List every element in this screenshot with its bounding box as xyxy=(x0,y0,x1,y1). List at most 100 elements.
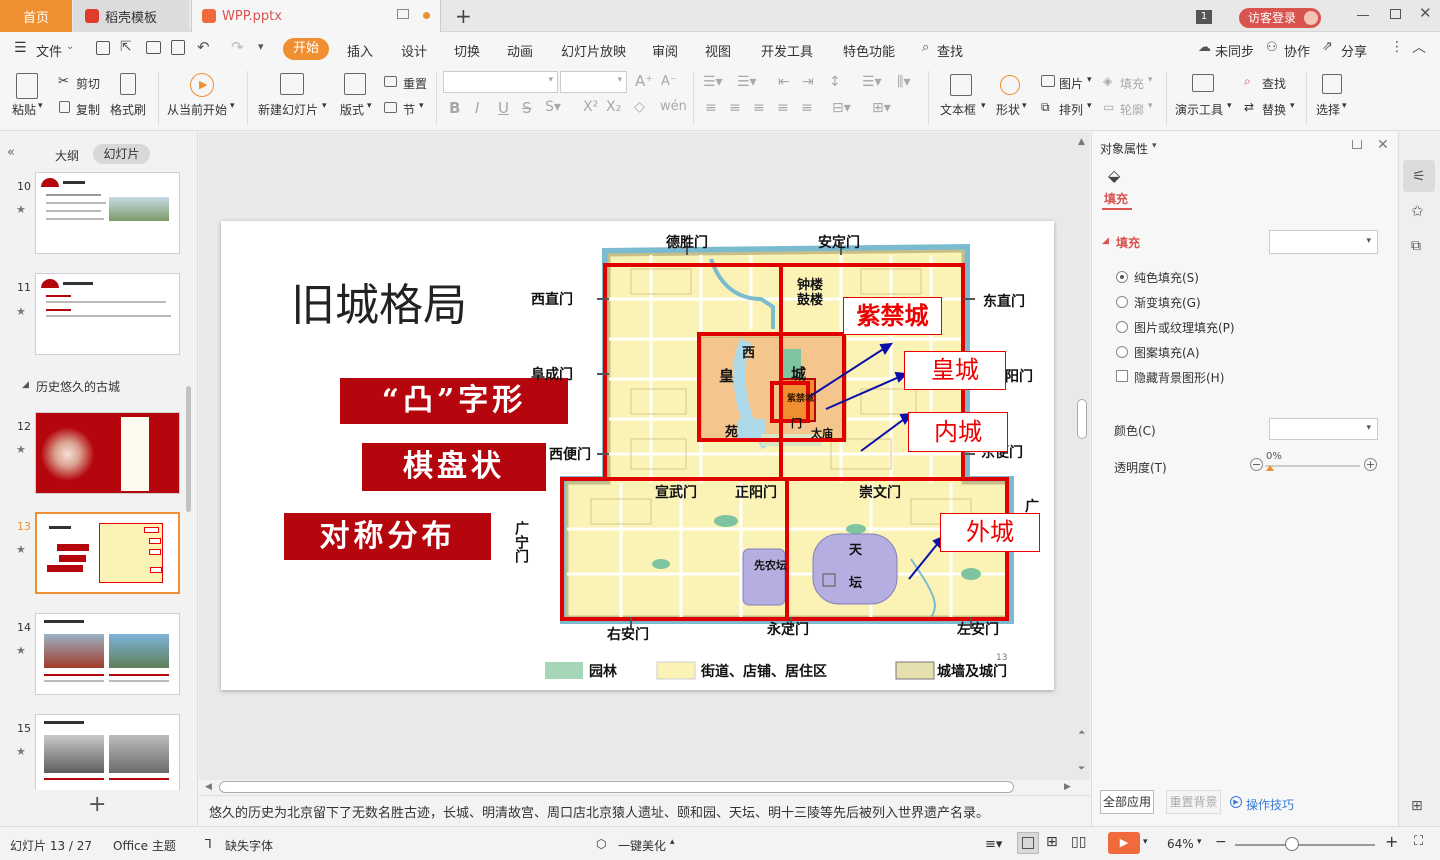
more-icon[interactable]: ⋮ xyxy=(1390,39,1404,55)
presenter-chevron-icon[interactable]: ▾ xyxy=(1227,101,1232,111)
arrange-button[interactable]: 排列 xyxy=(1059,101,1083,118)
arrange-chevron-icon[interactable]: ▾ xyxy=(1087,101,1092,111)
font-size-combo[interactable]: ▾ xyxy=(560,71,627,93)
clone-icon[interactable]: ⧉ xyxy=(1411,238,1421,254)
slide-thumbnail-14[interactable] xyxy=(35,613,180,695)
paste-chevron-icon[interactable]: ▾ xyxy=(38,101,43,111)
section-title[interactable]: 历史悠久的古城 xyxy=(36,378,120,395)
text-direction-icon[interactable]: ☰▾ xyxy=(862,74,882,90)
slide-thumbnail-10[interactable] xyxy=(35,172,180,254)
increase-indent-icon[interactable]: ⇥ xyxy=(802,74,814,90)
normal-view-icon[interactable] xyxy=(1017,832,1039,854)
slides-scrollbar[interactable] xyxy=(186,386,191,512)
apply-all-button[interactable]: 全部应用 xyxy=(1100,790,1154,814)
window-mode-icon[interactable] xyxy=(397,9,409,19)
option-picture-fill[interactable]: 图片或纹理填充(P) xyxy=(1134,319,1235,336)
tab-animation[interactable]: 动画 xyxy=(507,41,533,60)
tab-docer-templates[interactable]: 稻壳模板 xyxy=(73,0,189,32)
tab-fill[interactable]: 填充 xyxy=(1104,190,1128,207)
slide-thumbnail-11[interactable] xyxy=(35,273,180,355)
print-icon[interactable] xyxy=(146,41,161,54)
play-chevron-icon[interactable]: ▾ xyxy=(230,101,235,111)
undo-icon[interactable]: ↶ xyxy=(197,38,210,56)
shrink-font-icon[interactable]: A⁻ xyxy=(661,74,677,89)
line-spacing-icon[interactable]: ↕ xyxy=(829,74,841,90)
zoom-slider-handle[interactable] xyxy=(1284,837,1299,851)
panel-title-chevron-icon[interactable]: ▾ xyxy=(1152,141,1157,151)
paste-icon[interactable] xyxy=(16,73,38,99)
panel-title[interactable]: 对象属性 xyxy=(1100,140,1148,157)
tab-slideshow[interactable]: 幻灯片放映 xyxy=(561,41,626,60)
fit-window-icon[interactable]: ⛶ xyxy=(1414,834,1423,849)
clear-format-icon[interactable]: ◇ xyxy=(634,99,645,115)
canvas-vscroll-thumb[interactable] xyxy=(1077,399,1087,439)
tab-developer[interactable]: 开发工具 xyxy=(761,41,813,60)
missing-font-button[interactable]: 缺失字体 xyxy=(225,837,273,854)
tab-review[interactable]: 审阅 xyxy=(652,41,678,60)
cut-button[interactable]: 剪切 xyxy=(76,75,100,92)
shape-button[interactable]: 形状 xyxy=(996,101,1020,118)
scroll-right-icon[interactable]: ▶ xyxy=(1064,782,1071,792)
theme-name[interactable]: Office 主题 xyxy=(113,837,176,854)
slide-thumbnail-15[interactable] xyxy=(35,714,180,790)
notes-toggle-icon[interactable]: ≡▾ xyxy=(985,837,1002,852)
transparency-slider[interactable] xyxy=(1265,465,1360,467)
superscript-icon[interactable]: X² xyxy=(583,99,598,115)
menu-search[interactable]: 查找 xyxy=(937,41,963,60)
tab-insert[interactable]: 插入 xyxy=(347,41,373,60)
picture-button[interactable]: 图片 xyxy=(1059,75,1083,92)
option-gradient-fill[interactable]: 渐变填充(G) xyxy=(1134,294,1201,311)
presenter-tools-button[interactable]: 演示工具 xyxy=(1175,101,1223,118)
reset-button[interactable]: 重置 xyxy=(403,75,427,92)
numbering-icon[interactable]: ☰▾ xyxy=(737,74,757,90)
zoom-in-icon[interactable]: + xyxy=(1385,832,1398,851)
zoom-out-icon[interactable]: − xyxy=(1215,834,1227,850)
transparency-minus-button[interactable]: − xyxy=(1250,458,1263,471)
transparency-slider-handle[interactable] xyxy=(1266,465,1274,471)
slide-thumbnail-13[interactable] xyxy=(35,512,180,594)
restore-icon[interactable] xyxy=(1390,9,1401,19)
hide-bg-label[interactable]: 隐藏背景图形(H) xyxy=(1134,369,1224,386)
font-name-combo[interactable]: ▾ xyxy=(443,71,558,93)
next-slide-icon[interactable]: ⏷ xyxy=(1078,764,1085,774)
radio-gradient-fill[interactable] xyxy=(1116,296,1128,308)
paste-button[interactable]: 粘贴 xyxy=(12,101,36,118)
smartart-icon[interactable]: ⊞▾ xyxy=(872,100,891,116)
copy-button[interactable]: 复制 xyxy=(76,101,100,118)
callout-outer-city[interactable]: 外城 xyxy=(940,513,1040,552)
outline-button[interactable]: 轮廓 xyxy=(1120,101,1144,118)
export-icon[interactable]: ⇱ xyxy=(120,39,132,55)
canvas-hscroll-thumb[interactable] xyxy=(219,781,1014,793)
slide-title[interactable]: 旧城格局 xyxy=(291,269,467,333)
outline-chevron-icon[interactable]: ▾ xyxy=(1148,101,1153,111)
option-pattern-fill[interactable]: 图案填充(A) xyxy=(1134,344,1200,361)
hide-bg-checkbox[interactable] xyxy=(1116,370,1128,382)
section-button[interactable]: 节 xyxy=(403,101,415,118)
bullets-icon[interactable]: ☰▾ xyxy=(703,74,723,90)
align-center-icon[interactable]: ≡ xyxy=(729,100,741,116)
section-expand-icon[interactable]: ◢ xyxy=(1102,236,1109,246)
reading-view-icon[interactable]: ▯▯ xyxy=(1071,834,1086,850)
new-tab-button[interactable]: + xyxy=(455,4,472,28)
find-button[interactable]: 查找 xyxy=(1262,75,1286,92)
share-button[interactable]: 分享 xyxy=(1341,41,1367,60)
tab-outline[interactable]: 大纲 xyxy=(55,147,79,164)
callout-inner-city[interactable]: 内城 xyxy=(908,412,1008,452)
picture-chevron-icon[interactable]: ▾ xyxy=(1087,75,1092,85)
decrease-indent-icon[interactable]: ⇤ xyxy=(778,74,790,90)
tab-transition[interactable]: 切换 xyxy=(454,41,480,60)
replace-button[interactable]: 替换 xyxy=(1262,101,1286,118)
textbox-button[interactable]: 文本框 xyxy=(940,101,976,118)
fill-color-dropdown[interactable]: ▾ xyxy=(1269,230,1378,254)
fill-button[interactable]: 填充 xyxy=(1120,75,1144,92)
slide-thumbnail-12[interactable] xyxy=(35,412,180,494)
grow-font-icon[interactable]: A⁺ xyxy=(635,72,653,90)
reset-bg-button[interactable]: 重置背景 xyxy=(1166,790,1221,814)
scroll-up-icon[interactable]: ▲ xyxy=(1078,137,1085,147)
beijing-old-city-map[interactable]: 德胜门 安定门 西直门 东直门 阜成门 阳门 西便门 东便门 宣武门 正阳门 崇… xyxy=(511,229,1051,690)
textbox-chevron-icon[interactable]: ▾ xyxy=(981,101,986,111)
menu-file[interactable]: 文件 xyxy=(36,41,62,60)
notes-text[interactable]: 悠久的历史为北京留下了无数名胜古迹，长城、明清故宫、周口店北京猿人遗址、颐和园、… xyxy=(209,802,989,821)
callout-forbidden-city[interactable]: 紫禁城 xyxy=(843,297,942,335)
layout-button[interactable]: 版式 xyxy=(340,101,364,118)
